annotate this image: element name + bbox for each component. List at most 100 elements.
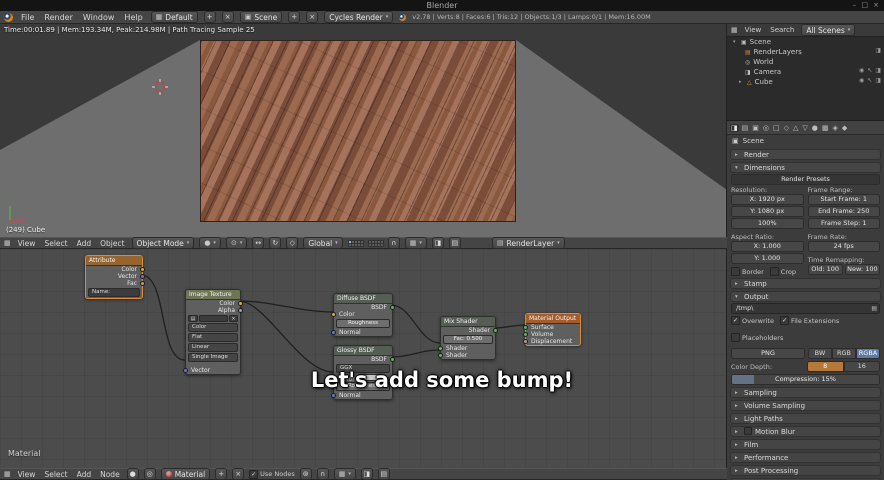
panel-dimensions[interactable]: ▾ Dimensions — [730, 162, 881, 173]
renderable-toggle-icon[interactable]: ◨ — [875, 47, 881, 54]
socket-surface-input[interactable] — [523, 325, 528, 330]
interpolation-dropdown[interactable]: Linear — [188, 343, 238, 352]
node-menu-view[interactable]: View — [16, 470, 38, 479]
outliner-row-cube[interactable]: ▸ △ Cube ◉ ↖ ◨ — [727, 77, 884, 87]
use-nodes-checkbox[interactable]: ✓ Use Nodes — [249, 469, 295, 479]
snap-element-dropdown[interactable]: ▦ ▾ — [404, 237, 427, 249]
remove-scene-button[interactable]: × — [306, 11, 319, 23]
socket-bsdf-output[interactable] — [390, 357, 395, 362]
material-datablock-dropdown[interactable]: Material — [160, 468, 211, 480]
crop-checkbox[interactable]: Crop — [769, 267, 796, 276]
scene-dropdown[interactable]: ▣ Scene — [239, 11, 283, 23]
socket-color-output[interactable] — [238, 301, 243, 306]
remap-old-field[interactable]: Old: 100 — [807, 264, 843, 275]
roughness-slider[interactable]: Roughness — [336, 319, 390, 328]
render-presets-dropdown[interactable]: Render Presets — [731, 174, 880, 185]
panel-volume-sampling[interactable]: ▸ Volume Sampling — [730, 400, 881, 411]
maximize-button[interactable]: □ — [861, 1, 868, 9]
visibility-toggle-icon[interactable]: ◉ — [859, 67, 864, 74]
node-title[interactable]: Material Output — [526, 314, 580, 324]
motion-blur-checkbox[interactable] — [744, 427, 752, 435]
panel-post-processing[interactable]: ▸ Post Processing — [730, 465, 881, 476]
tab-particles-icon[interactable]: ◈ — [832, 124, 839, 132]
socket-shader-input-2[interactable] — [438, 353, 443, 358]
tab-render-icon[interactable]: ◨ — [730, 123, 739, 132]
checkbox-box[interactable] — [731, 333, 740, 342]
unlink-image-icon[interactable]: × — [229, 315, 238, 322]
render-animation-button[interactable]: ▤ — [377, 468, 390, 480]
node-image-texture[interactable]: Image Texture Color Alpha ▤ × Color Flat… — [183, 289, 243, 375]
render-still-button[interactable]: ◨ — [360, 468, 373, 480]
color-space-dropdown[interactable]: Color — [188, 323, 238, 332]
browse-image-icon[interactable]: ▤ — [188, 315, 198, 322]
file-format-dropdown[interactable]: PNG — [731, 348, 805, 359]
socket-volume-input[interactable] — [523, 332, 528, 337]
renderability-toggle-icon[interactable]: ◨ — [875, 67, 881, 74]
checkbox-box[interactable]: ✓ — [249, 469, 259, 479]
socket-normal-input[interactable] — [331, 393, 336, 398]
disclosure-icon[interactable]: ▸ — [739, 79, 744, 85]
node-title[interactable]: Diffuse BSDF — [334, 294, 392, 304]
resolution-y-field[interactable]: Y: 1080 px — [731, 206, 804, 217]
bw-button[interactable]: BW — [808, 348, 832, 359]
menu-render[interactable]: Render — [42, 13, 74, 22]
fps-dropdown[interactable]: 24 fps — [807, 241, 880, 252]
tab-render-layers-icon[interactable]: ▤ — [741, 124, 750, 132]
manipulator-translate-button[interactable]: ↔ — [252, 237, 265, 249]
viewport-3d[interactable]: Time:00:01.89 | Mem:193.34M, Peak:214.98… — [0, 24, 727, 237]
outliner-row-world[interactable]: ◎ World — [727, 57, 884, 67]
resolution-x-field[interactable]: X: 1920 px — [731, 194, 804, 205]
socket-color-output[interactable] — [140, 267, 145, 272]
layers-widget-2[interactable] — [367, 240, 384, 247]
outliner-row-camera[interactable]: ◨ Camera ◉ ↖ ◨ — [727, 67, 884, 77]
aspect-x-field[interactable]: X: 1.000 — [731, 241, 804, 252]
screen-layout-dropdown[interactable]: ▦ Default — [150, 11, 198, 23]
panel-performance[interactable]: ▸ Performance — [730, 452, 881, 463]
socket-bsdf-output[interactable] — [390, 305, 395, 310]
tab-data-icon[interactable]: ▽ — [801, 124, 808, 132]
opengl-render-button[interactable]: ◨ — [431, 237, 444, 249]
overwrite-checkbox[interactable]: ✓ Overwrite — [731, 316, 774, 325]
output-path-field[interactable]: /tmp\ ▤ — [731, 303, 880, 314]
outliner-row-renderlayers[interactable]: ▤ RenderLayers ◨ — [727, 47, 884, 57]
remove-layout-button[interactable]: × — [221, 11, 234, 23]
node-title[interactable]: Attribute — [86, 256, 142, 266]
panel-light-paths[interactable]: ▸ Light Paths — [730, 413, 881, 424]
node-title[interactable]: Glossy BSDF — [334, 346, 392, 356]
viewport-menu-view[interactable]: View — [16, 239, 38, 248]
manipulator-scale-button[interactable]: ◇ — [286, 237, 299, 249]
add-layout-button[interactable]: + — [203, 11, 216, 23]
end-frame-field[interactable]: End Frame: 250 — [807, 206, 880, 217]
tab-modifiers-icon[interactable]: △ — [792, 124, 799, 132]
file-extensions-checkbox[interactable]: ✓ File Extensions — [779, 316, 839, 325]
render-layer-dropdown[interactable]: ▤ RenderLayer ▾ — [491, 237, 565, 249]
mode-dropdown[interactable]: Object Mode ▾ — [131, 237, 195, 249]
socket-alpha-output[interactable] — [238, 308, 243, 313]
node-mix-shader[interactable]: Mix Shader Shader Fac: 0.500 Shader Shad… — [438, 316, 498, 360]
node-attribute[interactable]: Attribute Color Vector Fac Name: — [85, 255, 145, 299]
tab-constraints-icon[interactable]: ◇ — [783, 124, 790, 132]
minimize-button[interactable]: – — [853, 1, 857, 9]
source-dropdown[interactable]: Single Image — [188, 353, 238, 362]
snap-magnet-button[interactable]: ∩ — [316, 468, 329, 480]
folder-icon[interactable]: ▤ — [871, 304, 877, 313]
shading-dropdown[interactable]: ● ▾ — [199, 237, 221, 249]
outliner-row-scene[interactable]: ▾ ▣ Scene — [727, 37, 884, 47]
checkbox-box[interactable]: ✓ — [779, 316, 789, 325]
viewport-menu-object[interactable]: Object — [98, 239, 126, 248]
editor-type-icon[interactable]: ▦ — [4, 239, 11, 247]
socket-shader-output[interactable] — [493, 328, 498, 333]
socket-shader-input-1[interactable] — [438, 346, 443, 351]
editor-type-icon[interactable]: ▦ — [731, 26, 738, 34]
node-title[interactable]: Mix Shader — [441, 317, 495, 327]
remap-new-field[interactable]: New: 100 — [844, 264, 880, 275]
node-menu-add[interactable]: Add — [75, 470, 94, 479]
outliner-scope-dropdown[interactable]: All Scenes ▾ — [801, 24, 856, 36]
placeholders-checkbox[interactable]: Placeholders — [731, 333, 783, 342]
socket-fac-output[interactable] — [140, 281, 145, 286]
checkbox-box[interactable]: ✓ — [731, 316, 740, 325]
panel-output[interactable]: ▾ Output — [730, 291, 881, 302]
aspect-y-field[interactable]: Y: 1.000 — [731, 253, 804, 264]
shader-type-object-button[interactable]: ● — [126, 468, 139, 480]
panel-render[interactable]: ▸ Render — [730, 149, 881, 160]
